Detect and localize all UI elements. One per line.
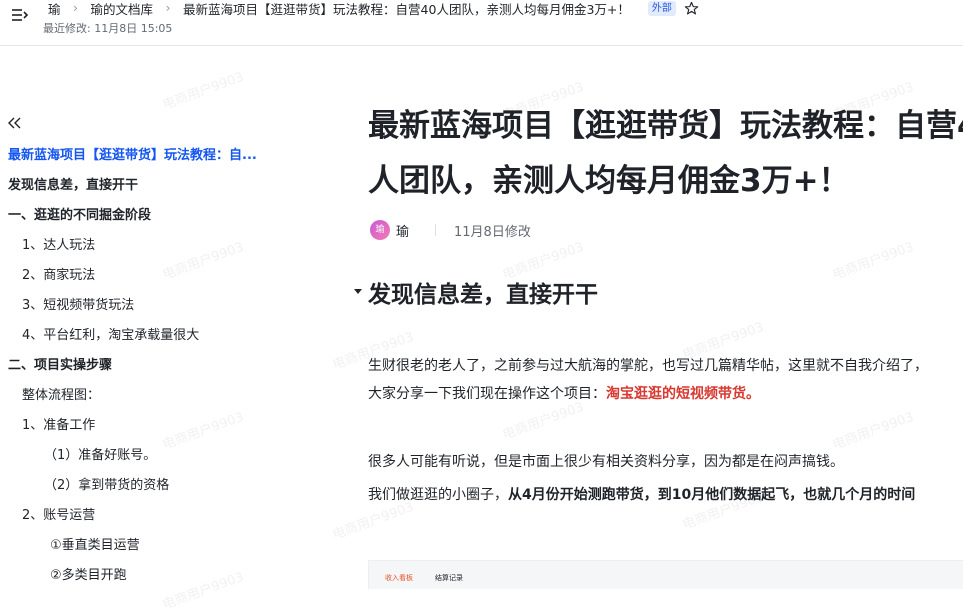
divider — [435, 224, 437, 236]
author-name[interactable]: 瑜 — [396, 221, 409, 240]
breadcrumb-owner[interactable]: 瑜 — [48, 0, 61, 18]
toc-item[interactable]: 整体流程图： — [0, 381, 330, 411]
doc-header: 瑜 › 瑜的文档库 › 最新蓝海项目【逛逛带货】玩法教程：自营40人团队，亲测人… — [0, 0, 963, 46]
caret-down-icon[interactable] — [352, 285, 364, 297]
toc-item[interactable]: 4、平台红利，淘宝承载量很大 — [0, 321, 330, 351]
toc-item[interactable]: ②多类目开跑 — [0, 561, 330, 591]
external-badge: 外部 — [647, 0, 676, 16]
toc-item[interactable]: 1、准备工作 — [0, 411, 330, 441]
toc-item[interactable]: ①垂直类目运营 — [0, 531, 330, 561]
last-modified: 最近修改: 11月8日 15:05 — [43, 22, 173, 35]
menu-toggle-icon[interactable] — [10, 4, 32, 26]
toc-item[interactable]: 一、逛逛的不同掘金阶段 — [0, 201, 330, 231]
paragraph-1b: 大家分享一下我们现在操作这个项目：淘宝逛逛的短视频带货。 — [368, 380, 760, 408]
star-icon[interactable] — [684, 1, 699, 16]
double-chevron-left-icon[interactable] — [6, 115, 22, 131]
toc-item[interactable]: 二、项目实操步骤 — [0, 351, 330, 381]
paragraph-1a: 生财很老的老人了，之前参与过大航海的掌舵，也写过几篇精华帖，这里就不自我介绍了， — [368, 358, 928, 374]
toc-item[interactable]: 2、账号运营 — [0, 501, 330, 531]
toc-list: 最新蓝海项目【逛逛带货】玩法教程：自... 发现信息差，直接开干 一、逛逛的不同掘金… — [0, 141, 330, 591]
chevron-right-icon: › — [73, 1, 78, 15]
author-row: 瑜 瑜 11月8日修改 — [370, 218, 531, 242]
chevron-right-icon: › — [165, 1, 171, 15]
toc-item[interactable]: （2）拿到带货的资格 — [0, 471, 330, 501]
doc-content: 最新蓝海项目【逛逛带货】玩法教程：自营40人团队，亲测人均每月佣金3万+！ 瑜 … — [340, 47, 963, 589]
modified-date: 11月8日修改 — [454, 224, 531, 240]
embedded-image[interactable]: 收入看板 结算记录 — [368, 560, 963, 589]
embed-tabs: 收入看板 结算记录 — [385, 573, 463, 583]
paragraph-3: 我们做逛逛的小圈子，从4月份开始测跑带货，到10月他们数据起飞，也就几个月的时间 — [368, 481, 915, 509]
paragraph-2: 很多人可能有听说，但是市面上很少有相关资料分享，因为都是在闷声搞钱。 — [368, 454, 844, 470]
avatar[interactable]: 瑜 — [370, 220, 390, 240]
toc-item[interactable]: （1）准备好账号。 — [0, 441, 330, 471]
breadcrumb-current-doc: 最新蓝海项目【逛逛带货】玩法教程：自营40人团队，亲测人均每月佣金3万+！ — [183, 1, 630, 17]
embed-tab-settlement: 结算记录 — [435, 574, 463, 582]
toc-item[interactable]: 1、达人玩法 — [0, 231, 330, 261]
breadcrumb-library[interactable]: 瑜的文档库 — [91, 0, 154, 18]
bold-text: 从4月份开始测跑带货，到10月他们数据起飞，也就几个月的时间 — [508, 487, 916, 503]
paragraph-text: 我们做逛逛的小圈子， — [368, 487, 508, 503]
paragraph-text: 大家分享一下我们现在操作这个项目： — [368, 386, 606, 402]
toc-item[interactable]: 最新蓝海项目【逛逛带货】玩法教程：自... — [0, 141, 330, 171]
toc-item[interactable]: 发现信息差，直接开干 — [0, 171, 330, 201]
toc-sidebar: 最新蓝海项目【逛逛带货】玩法教程：自... 发现信息差，直接开干 一、逛逛的不同掘金… — [0, 47, 330, 589]
doc-title: 最新蓝海项目【逛逛带货】玩法教程：自营40人团队，亲测人均每月佣金3万+！ — [368, 108, 963, 199]
heading-1: 发现信息差，直接开干 — [368, 282, 598, 308]
toc-item[interactable]: 3、短视频带货玩法 — [0, 291, 330, 321]
toc-item[interactable]: 2、商家玩法 — [0, 261, 330, 291]
embed-tab-income: 收入看板 — [385, 574, 413, 582]
breadcrumb: 瑜 › 瑜的文档库 › 最新蓝海项目【逛逛带货】玩法教程：自营40人团队，亲测人… — [48, 0, 699, 18]
highlight-text: 淘宝逛逛的短视频带货。 — [606, 386, 760, 402]
